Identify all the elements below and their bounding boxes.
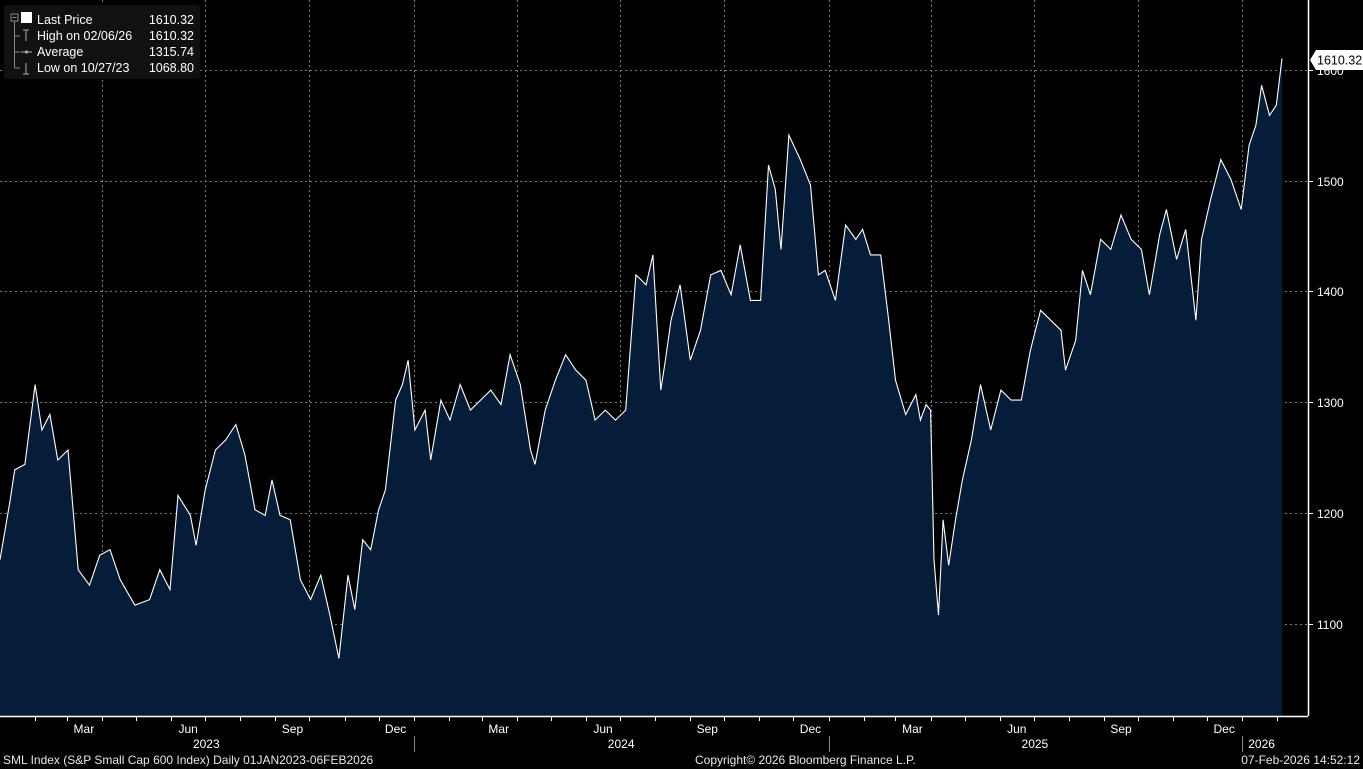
legend: Last Price 1610.32 High on 02/06/26 1610.3…: [4, 5, 200, 79]
legend-tree-icon: [10, 12, 32, 75]
y-axis-ticks: 110012001300140015001600: [1308, 64, 1344, 632]
footer-timestamp: 07-Feb-2026 14:52:12: [1241, 753, 1360, 767]
price-area-fill: [0, 58, 1282, 716]
y-tick-label: 1300: [1317, 396, 1344, 410]
legend-row-average: Average 1315.74: [37, 44, 194, 60]
last-price-tag-value: 1610.32: [1317, 54, 1362, 68]
y-tick-label: 1500: [1317, 175, 1344, 189]
x-tick-label: Sep: [282, 722, 304, 736]
last-price-tag: 1610.32: [1310, 50, 1363, 70]
x-tick-label: Mar: [488, 722, 509, 736]
x-tick-label: Sep: [1110, 722, 1132, 736]
legend-row-high: High on 02/06/26 1610.32: [37, 28, 194, 44]
footer-copyright: Copyright© 2026 Bloomberg Finance L.P.: [695, 753, 916, 767]
legend-value: 1610.32: [148, 29, 194, 43]
year-label: 2023: [193, 737, 220, 751]
y-tick-label: 1400: [1317, 285, 1344, 299]
last-price-swatch: [21, 12, 32, 23]
year-label: 2024: [608, 737, 635, 751]
legend-row-low: Low on 10/27/23 1068.80: [37, 60, 194, 76]
legend-value: 1315.74: [148, 45, 194, 59]
x-tick-label: Mar: [902, 722, 923, 736]
x-tick-label: Jun: [593, 722, 612, 736]
price-chart: 110012001300140015001600 Mar Jun Sep Dec Mar…: [0, 0, 1363, 752]
x-tick-label: Jun: [178, 722, 197, 736]
y-tick-label: 1100: [1317, 618, 1343, 632]
legend-label: High on 02/06/26: [37, 29, 133, 43]
footer-security-description: SML Index (S&P Small Cap 600 Index) Dail…: [3, 753, 374, 767]
x-tick-label: Sep: [697, 722, 719, 736]
legend-label: Low on 10/27/23: [37, 61, 130, 75]
x-tick-label: Jun: [1007, 722, 1026, 736]
x-tick-label: Dec: [385, 722, 406, 736]
year-label: 2026: [1248, 737, 1275, 751]
y-tick-label: 1200: [1317, 507, 1344, 521]
legend-label: Last Price: [37, 13, 93, 27]
legend-value: 1068.80: [148, 61, 194, 75]
year-label: 2025: [1022, 737, 1049, 751]
legend-row-last-price: Last Price 1610.32: [37, 12, 194, 28]
legend-value: 1610.32: [148, 13, 194, 27]
legend-label: Average: [37, 45, 84, 59]
x-tick-label: Dec: [800, 722, 821, 736]
x-axis-ticks: Mar Jun Sep Dec Mar Jun Sep Dec Mar Jun Sep Dec 2023…: [35, 716, 1278, 752]
x-tick-label: Mar: [74, 722, 95, 736]
x-tick-label: Dec: [1214, 722, 1235, 736]
